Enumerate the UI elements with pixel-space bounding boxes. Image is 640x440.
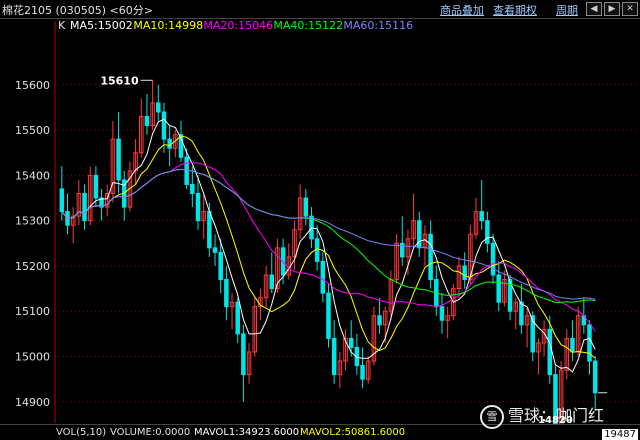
y-tick-label: 15600	[15, 79, 50, 92]
candle-down	[485, 220, 490, 244]
candle-down	[592, 360, 598, 394]
ma-legend-entry: MA60:15116	[343, 19, 413, 32]
candles	[59, 80, 598, 424]
view-options-button[interactable]: 查看期权	[493, 2, 537, 18]
candle-down	[235, 301, 240, 335]
y-tick-label: 15100	[15, 305, 50, 318]
candle-down	[360, 365, 365, 380]
candle-down	[156, 102, 161, 113]
candle-down	[167, 138, 172, 149]
candle-down	[326, 292, 331, 339]
high-price-annotation: 15610	[100, 74, 139, 87]
candle-down	[479, 211, 484, 222]
next-arrow-icon[interactable]: ▶	[604, 2, 620, 16]
volume-readout: 19487	[602, 429, 638, 440]
mavol2-value: MAVOL2:50861.6000	[300, 427, 406, 438]
prev-arrow-icon[interactable]: ◀	[586, 2, 602, 16]
ma-line-60	[61, 168, 596, 300]
ma-legend-entry: MA40:15122	[273, 19, 343, 32]
y-tick-label: 14900	[15, 396, 50, 409]
candle-down	[428, 233, 433, 281]
candle-down	[218, 251, 223, 281]
candle-down	[195, 192, 201, 222]
mavol1-value: MAVOL1:34923.6000	[194, 427, 300, 438]
indicator-prefix: K	[58, 19, 66, 32]
overlay-commodity-button[interactable]: 商品叠加	[440, 2, 484, 18]
period-button[interactable]: 周期	[556, 2, 578, 18]
candle-down	[490, 242, 496, 276]
volume-value: VOLUME:0.0000	[110, 427, 191, 438]
y-tick-label: 15300	[15, 215, 50, 228]
y-tick-label: 15000	[15, 351, 50, 364]
candle-down	[587, 324, 592, 362]
candle-down	[417, 220, 422, 249]
title-bar: 棉花2105 (030505) <60分> 商品叠加 查看期权 周期 ◀ ▶ ✕	[0, 0, 640, 19]
ma-legend-entry: MA5:15002	[70, 19, 133, 32]
candlestick-chart[interactable]: 15600 15500 15400 15300 15200 15100 15000 14900…	[0, 19, 640, 424]
candle-down	[93, 174, 99, 199]
y-tick-label: 15400	[15, 169, 50, 182]
candle-down	[190, 183, 195, 194]
candle-down	[439, 306, 445, 321]
candle-down	[348, 337, 354, 348]
vol-label: VOL(5,10)	[56, 427, 107, 438]
candle-down	[496, 274, 501, 303]
candle-down	[59, 188, 65, 213]
candle-down	[241, 333, 246, 376]
candle-down	[303, 197, 309, 217]
candle-down	[547, 328, 553, 376]
candle-down	[116, 138, 121, 181]
candle-down	[377, 315, 382, 326]
candle-down	[269, 274, 275, 290]
close-icon[interactable]: ✕	[622, 2, 638, 16]
watermark: 雪雪球：咖门红	[480, 402, 604, 429]
candle-down	[207, 211, 212, 249]
candle-down	[212, 247, 218, 253]
instrument-title: 棉花2105 (030505) <60分>	[2, 4, 153, 17]
y-axis: 15600 15500 15400 15300 15200 15100 15000 14900	[15, 79, 50, 409]
ma-legend-entry: MA20:15046	[203, 19, 273, 32]
candle-down	[184, 156, 189, 185]
candle-down	[570, 337, 575, 353]
candle-down	[331, 337, 337, 376]
candle-down	[82, 192, 87, 222]
price-annotations: 1561014820	[100, 74, 608, 424]
watermark-text: 雪球：咖门红	[508, 406, 605, 425]
candle-down	[144, 116, 150, 127]
y-tick-label: 15500	[15, 124, 50, 137]
snowball-logo-icon: 雪	[480, 404, 504, 429]
ma-legend: K MA5:15002 MA10:14998 MA20:15046 MA40:15122…	[58, 19, 413, 32]
window-controls: ◀ ▶ ✕	[586, 2, 638, 16]
y-tick-label: 15200	[15, 260, 50, 273]
candle-down	[320, 260, 326, 294]
ma-line-40	[61, 168, 596, 304]
candle-down	[519, 301, 524, 326]
candle-down	[161, 111, 167, 140]
candle-down	[462, 265, 467, 281]
candle-down	[224, 279, 229, 308]
ma-legend-entry: MA10:14998	[133, 19, 203, 32]
